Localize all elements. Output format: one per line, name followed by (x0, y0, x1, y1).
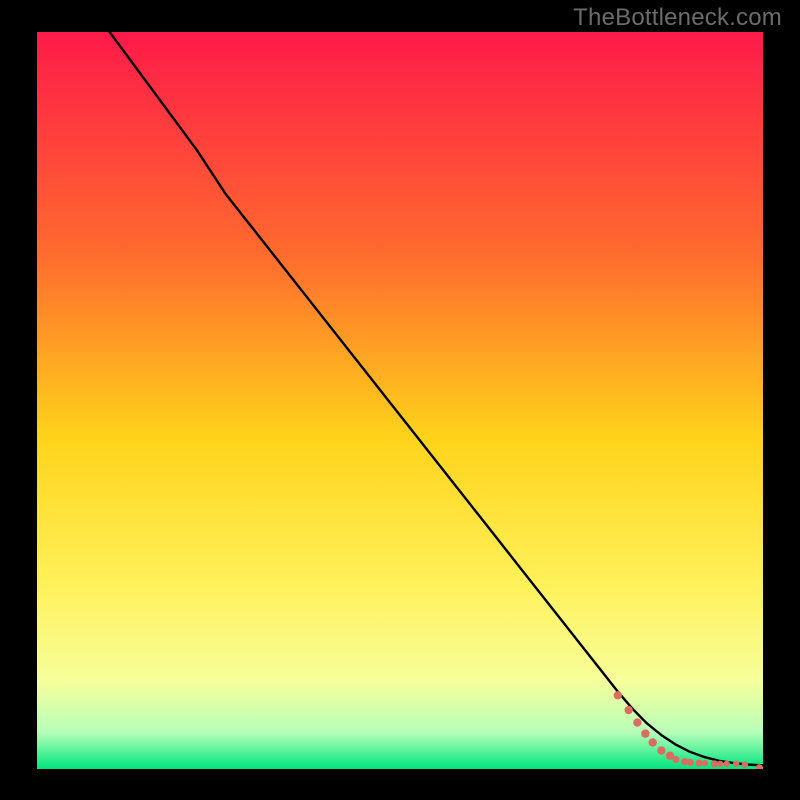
data-point (696, 760, 703, 767)
data-point (641, 729, 649, 737)
data-point (648, 738, 656, 746)
data-point (633, 718, 641, 726)
data-point (733, 761, 739, 767)
data-point (672, 756, 679, 763)
plot-area (37, 32, 763, 769)
chart-frame: TheBottleneck.com (0, 0, 800, 800)
data-point (742, 761, 748, 767)
data-point (711, 760, 718, 767)
data-point (717, 761, 723, 767)
plot-svg (37, 32, 763, 769)
gradient-background (37, 32, 763, 769)
data-point (614, 691, 622, 699)
data-point (657, 746, 665, 754)
data-point (702, 760, 708, 766)
data-point (724, 761, 730, 767)
watermark-text: TheBottleneck.com (573, 4, 782, 32)
data-point (624, 706, 632, 714)
data-point (687, 759, 694, 766)
